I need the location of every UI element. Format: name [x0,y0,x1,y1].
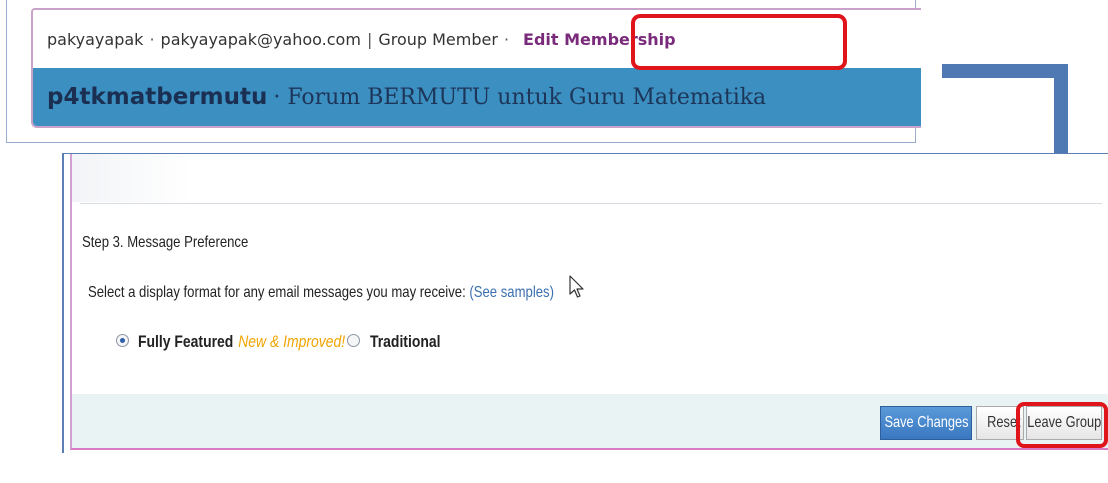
leave-group-highlight [1016,402,1108,448]
separator-pipe: | [366,29,373,49]
separator-dot: · [149,29,155,49]
save-changes-label: Save Changes [884,414,968,431]
mouse-pointer-icon [569,275,584,298]
save-changes-button[interactable]: Save Changes [880,406,972,440]
group-title-bar: p4tkmatbermutu · Forum BERMUTU untuk Gur… [33,68,921,126]
see-samples-label[interactable]: See samples [474,284,550,301]
username: pakyayapak [47,29,144,49]
step-title: Step 3. Message Preference [82,234,285,252]
message-preference-form: Step 3. Message Preference Select a disp… [70,154,1108,450]
group-name[interactable]: p4tkmatbermutu [47,84,267,110]
traditional-text: Traditional [370,332,441,351]
see-samples-link[interactable]: (See samples) [469,284,554,301]
edit-membership-highlight [631,14,847,70]
group-header-panel: pakyayapak · pakyayapak@yahoo.com | Grou… [6,0,921,143]
section-divider [80,203,1102,204]
format-instruction-text: Select a display format for any email me… [88,284,466,301]
new-improved-badge: New & Improved! [238,332,346,351]
fully-featured-text: Fully Featured [138,332,234,351]
fully-featured-label-line: Fully Featured New & Improved! [138,332,345,352]
traditional-radio[interactable] [347,334,360,347]
group-description: · Forum BERMUTU untuk Guru Matematika [273,84,767,110]
format-instruction-line: Select a display format for any email me… [88,284,554,302]
traditional-label[interactable]: Traditional [370,332,456,352]
form-top-shade [72,154,192,202]
membership-form-panel: Step 3. Message Preference Select a disp… [62,153,1108,453]
member-role: Group Member [378,29,498,49]
user-email[interactable]: pakyayapak@yahoo.com [161,30,361,49]
group-description-text: Forum BERMUTU untuk Guru Matematika [287,84,767,110]
connector-arrow-icon [942,64,1068,78]
fully-featured-radio[interactable] [116,334,129,347]
form-footer: Save Changes Reset Leave Group [72,394,1108,448]
step-title-text: Step 3. Message Preference [82,234,249,251]
separator-dot-2: · [503,29,510,49]
